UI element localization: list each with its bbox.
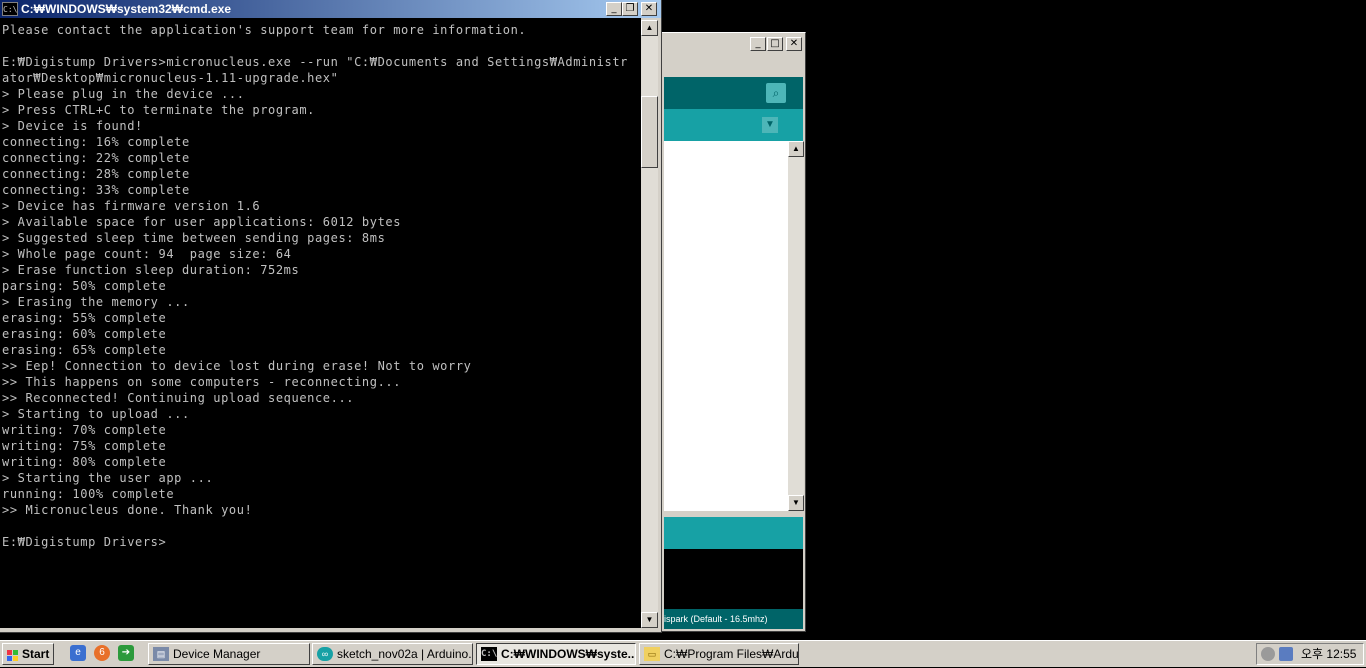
close-button[interactable]: ✕ bbox=[786, 37, 802, 51]
ie-quicklaunch-icon[interactable]: e bbox=[70, 645, 86, 661]
console-line: parsing: 50% complete bbox=[2, 279, 167, 293]
taskbar-item-cmd[interactable]: C:\ C:₩WINDOWS₩syste... bbox=[476, 643, 636, 665]
console-line: > Device has firmware version 1.6 bbox=[2, 199, 261, 213]
clock[interactable]: 오후 12:55 bbox=[1301, 644, 1356, 664]
console-line: > Whole page count: 94 page size: 64 bbox=[2, 247, 292, 261]
network-icon[interactable] bbox=[1279, 647, 1293, 661]
folder-icon: ▭ bbox=[644, 647, 660, 661]
arduino-icon: ∞ bbox=[317, 647, 333, 661]
window-title: C:₩WINDOWS₩system32₩cmd.exe bbox=[21, 2, 232, 16]
firefox-quicklaunch-icon[interactable]: 6 bbox=[94, 645, 110, 661]
start-button[interactable]: Start bbox=[2, 643, 54, 665]
windows-logo-icon bbox=[7, 648, 19, 661]
console-line: erasing: 60% complete bbox=[2, 327, 167, 341]
arduino-tab-bar: ▼ bbox=[664, 109, 803, 141]
console-line: connecting: 22% complete bbox=[2, 151, 190, 165]
scroll-down-icon[interactable]: ▼ bbox=[788, 495, 804, 511]
maximize-button[interactable]: □ bbox=[767, 37, 783, 51]
console-line: E:₩Digistump Drivers> bbox=[2, 535, 167, 549]
console-line: ator₩Desktop₩micronucleus-1.11-upgrade.h… bbox=[2, 71, 339, 85]
console-line: writing: 80% complete bbox=[2, 455, 167, 469]
console-line: > Erase function sleep duration: 752ms bbox=[2, 263, 300, 277]
console-line: erasing: 55% complete bbox=[2, 311, 167, 325]
arduino-window[interactable]: _ □ ✕ ⌕ ▼ ▲ ▼ ispark (Default - 16.5mhz) bbox=[661, 32, 806, 632]
console-output[interactable]: Please contact the application's support… bbox=[0, 18, 641, 628]
scroll-thumb[interactable] bbox=[641, 96, 658, 168]
scroll-down-icon[interactable]: ▼ bbox=[641, 612, 658, 628]
console-line: >> Reconnected! Continuing upload sequen… bbox=[2, 391, 355, 405]
console-line: connecting: 33% complete bbox=[2, 183, 190, 197]
console-line: writing: 75% complete bbox=[2, 439, 167, 453]
restore-button[interactable]: ❐ bbox=[622, 2, 638, 16]
console-line: >> Eep! Connection to device lost during… bbox=[2, 359, 472, 373]
console-line: >> Micronucleus done. Thank you! bbox=[2, 503, 253, 517]
console-line: erasing: 65% complete bbox=[2, 343, 167, 357]
start-label: Start bbox=[22, 647, 50, 661]
console-line: > Erasing the memory ... bbox=[2, 295, 190, 309]
console-line: > Suggested sleep time between sending p… bbox=[2, 231, 386, 245]
scroll-up-icon[interactable]: ▲ bbox=[788, 141, 804, 157]
code-editor[interactable] bbox=[664, 141, 788, 511]
console-line: writing: 70% complete bbox=[2, 423, 167, 437]
close-button[interactable]: ✕ bbox=[641, 2, 657, 16]
cmd-icon: C:\ bbox=[2, 2, 18, 16]
console-line: > Press CTRL+C to terminate the program. bbox=[2, 103, 315, 117]
arduino-menubar bbox=[662, 55, 805, 77]
tray-icon[interactable] bbox=[1261, 647, 1275, 661]
console-line: Please contact the application's support… bbox=[2, 23, 527, 37]
arduino-titlebar[interactable]: _ □ ✕ bbox=[662, 33, 805, 55]
taskbar-item-arduino[interactable]: ∞ sketch_nov02a | Arduino... bbox=[312, 643, 473, 665]
console-line: connecting: 16% complete bbox=[2, 135, 190, 149]
taskbar-item-device-manager[interactable]: ▤ Device Manager bbox=[148, 643, 310, 665]
console-line: > Starting to upload ... bbox=[2, 407, 190, 421]
cmd-icon: C:\ bbox=[481, 647, 498, 661]
scroll-up-icon[interactable]: ▲ bbox=[641, 20, 658, 36]
console-line: running: 100% complete bbox=[2, 487, 175, 501]
taskbar: Start e 6 ➔ ▤ Device Manager ∞ sketch_no… bbox=[0, 640, 1366, 667]
console-line: > Please plug in the device ... bbox=[2, 87, 245, 101]
message-bar bbox=[664, 517, 803, 549]
show-desktop-icon[interactable]: ➔ bbox=[118, 645, 134, 661]
output-console bbox=[664, 549, 803, 609]
minimize-button[interactable]: _ bbox=[606, 2, 622, 16]
serial-monitor-icon[interactable]: ⌕ bbox=[766, 83, 786, 103]
tab-menu-dropdown-icon[interactable]: ▼ bbox=[762, 117, 778, 133]
board-status: ispark (Default - 16.5mhz) bbox=[664, 609, 803, 629]
editor-scrollbar[interactable]: ▲ ▼ bbox=[788, 141, 804, 511]
console-line: connecting: 28% complete bbox=[2, 167, 190, 181]
device-manager-icon: ▤ bbox=[153, 647, 169, 661]
board-status-text: ispark (Default - 16.5mhz) bbox=[664, 614, 768, 624]
minimize-button[interactable]: _ bbox=[750, 37, 766, 51]
console-line: > Device is found! bbox=[2, 119, 143, 133]
console-line: >> This happens on some computers - reco… bbox=[2, 375, 402, 389]
cmd-window[interactable]: C:\ C:₩WINDOWS₩system32₩cmd.exe _ ❐ ✕ Pl… bbox=[0, 0, 662, 633]
console-scrollbar[interactable]: ▲ ▼ bbox=[641, 20, 658, 628]
console-line: E:₩Digistump Drivers>micronucleus.exe --… bbox=[2, 55, 628, 69]
arduino-toolbar: ⌕ bbox=[664, 77, 803, 109]
taskbar-item-folder[interactable]: ▭ C:₩Program Files₩Ardu... bbox=[639, 643, 799, 665]
console-line: > Available space for user applications:… bbox=[2, 215, 402, 229]
console-line: > Starting the user app ... bbox=[2, 471, 214, 485]
cmd-titlebar[interactable]: C:\ C:₩WINDOWS₩system32₩cmd.exe _ ❐ ✕ bbox=[0, 0, 661, 18]
system-tray: 오후 12:55 bbox=[1256, 643, 1364, 665]
